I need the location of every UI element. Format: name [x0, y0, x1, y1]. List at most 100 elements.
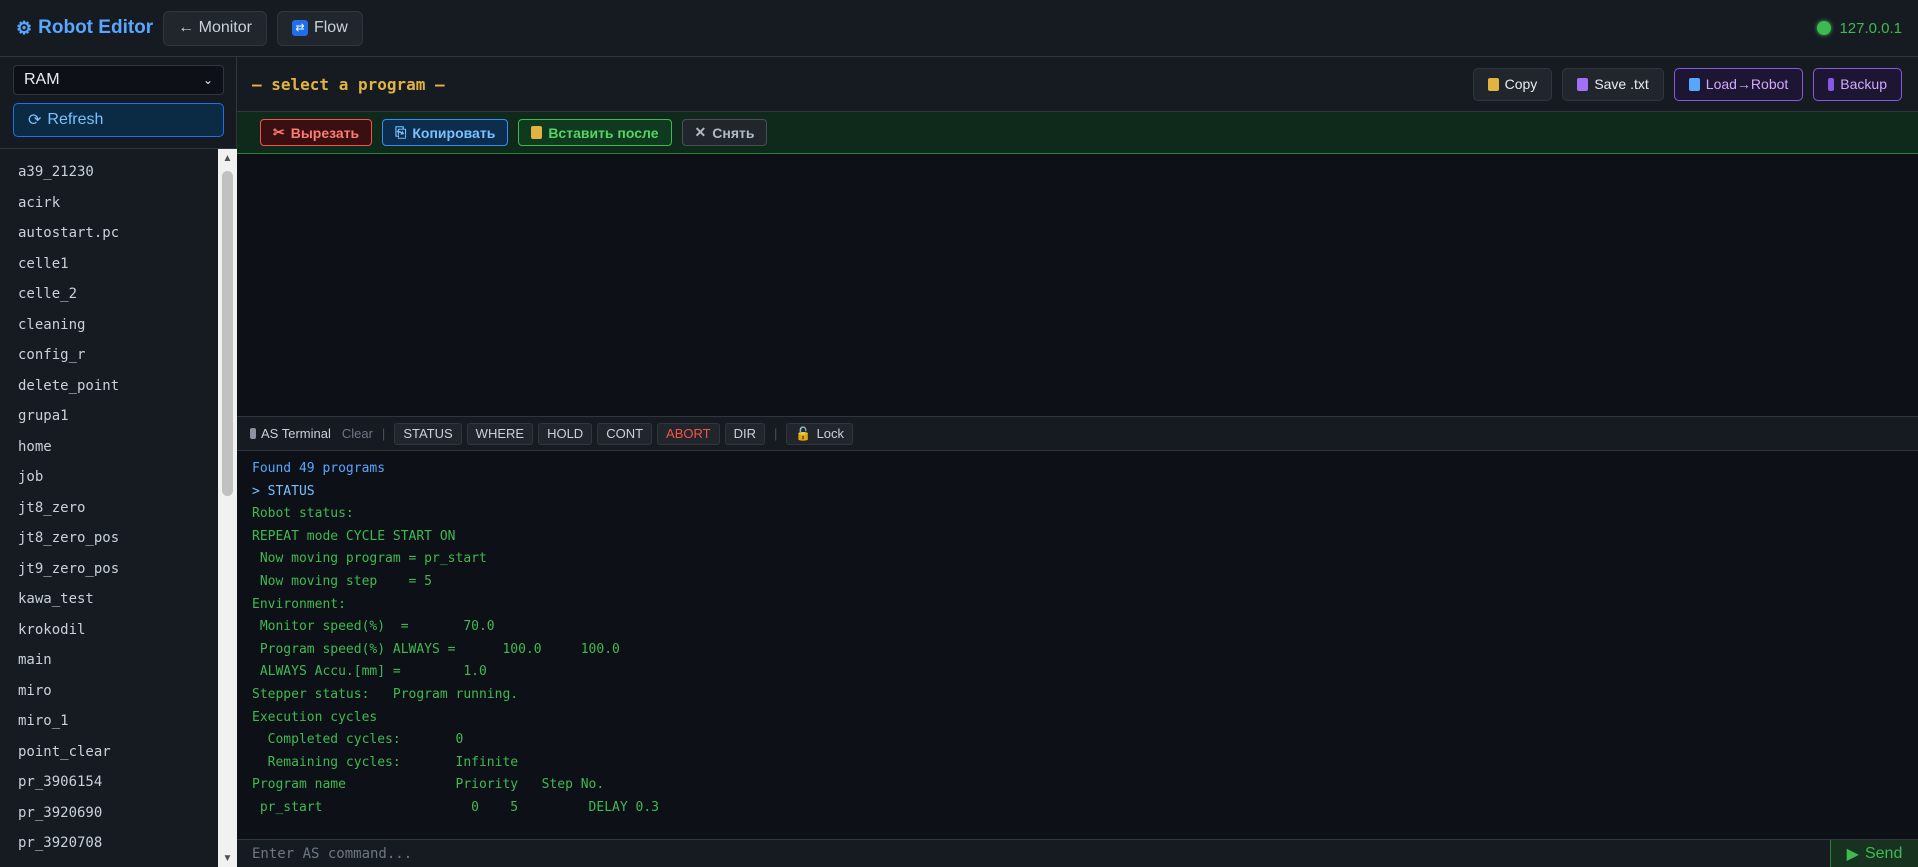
paste-after-button[interactable]: Вставить после [518, 119, 672, 146]
refresh-icon: ⟳ [28, 112, 42, 129]
terminal-abort-button[interactable]: ABORT [657, 422, 720, 445]
program-list-item[interactable]: jt8_zero [0, 493, 218, 524]
monitor-button-label: ← Monitor [178, 19, 252, 36]
sidebar: RAM ⌄ ⟳ Refresh a39_21230 acirk autostart.… [0, 57, 237, 867]
terminal-icon [250, 428, 256, 439]
app-title: Robot Editor [38, 17, 154, 38]
clipboard-icon [1487, 77, 1499, 91]
copy-lines-label: Копировать [412, 124, 496, 141]
terminal-line: Now moving step = 5 [252, 573, 433, 589]
monitor-button[interactable]: ← Monitor [163, 10, 267, 46]
terminal-line: Environment: [252, 596, 346, 612]
program-list-item[interactable]: pr_3920690 [0, 798, 218, 829]
program-list: a39_21230 acirk autostart.pc celle1 celle_2 c… [0, 149, 218, 867]
load-to-robot-label: Load→Robot [1705, 76, 1789, 92]
flow-icon: ⇄ [291, 20, 308, 36]
program-list-item[interactable]: delete_point [0, 371, 218, 402]
scroll-up-arrow-icon[interactable]: ▲ [218, 151, 237, 167]
chevron-down-icon: ⌄ [202, 73, 213, 87]
terminal-line: Found 49 programs [252, 461, 386, 476]
terminal-line: REPEAT mode CYCLE START ON [252, 528, 456, 544]
scissors-icon: ✂ [273, 124, 285, 140]
program-list-item[interactable]: kawa_test [0, 584, 218, 615]
terminal-line: Program speed(%) ALWAYS = 100.0 100.0 [252, 641, 620, 657]
program-list-item[interactable]: acirk [0, 188, 218, 219]
terminal-line: Stepper status: Program running. [252, 686, 519, 702]
backup-button[interactable]: Backup [1813, 67, 1902, 101]
copy-program-button[interactable]: Copy [1472, 67, 1553, 101]
terminal-dir-button[interactable]: DIR [724, 422, 765, 445]
program-list-item[interactable]: home [0, 432, 218, 463]
backup-label: Backup [1840, 76, 1887, 92]
terminal-hold-button[interactable]: HOLD [538, 422, 593, 445]
memory-select[interactable]: RAM ⌄ [13, 65, 224, 95]
command-bar: ▶ Send [237, 839, 1918, 867]
program-list-item[interactable]: jt8_zero_pos [0, 523, 218, 554]
program-list-item[interactable]: cleaning [0, 310, 218, 341]
terminal-line: Completed cycles: 0 [252, 732, 464, 748]
program-header: — select a program — Copy Save .txt Load… [237, 57, 1918, 112]
program-list-item[interactable]: miro_1 [0, 706, 218, 737]
clipboard-icon [531, 126, 543, 139]
terminal-line: Now moving program = pr_start [252, 551, 487, 567]
program-list-item[interactable]: grupa1 [0, 401, 218, 432]
terminal-toolbar: AS Terminal Clear | STATUS WHERE HOLD CONT A… [237, 416, 1918, 451]
program-list-item[interactable]: jt9_zero_pos [0, 554, 218, 585]
copy-icon: ⎘ [395, 124, 407, 140]
gear-icon: ⚙ [16, 17, 33, 38]
program-list-scrollbar[interactable]: ▲ ▼ [218, 149, 237, 867]
toolbar-divider: | [773, 426, 778, 441]
copy-program-label: Copy [1504, 76, 1538, 92]
program-editor[interactable] [237, 154, 1918, 416]
save-txt-button[interactable]: Save .txt [1562, 67, 1664, 101]
program-list-item[interactable]: point_clear [0, 737, 218, 768]
flow-button[interactable]: ⇄ Flow [276, 10, 363, 46]
terminal-status-button[interactable]: STATUS [394, 422, 462, 445]
terminal-where-button[interactable]: WHERE [466, 422, 534, 445]
send-label: Send [1864, 844, 1903, 862]
send-button[interactable]: ▶ Send [1830, 840, 1918, 867]
close-icon: ✕ [694, 124, 707, 140]
terminal-clear-button[interactable]: Clear [342, 426, 373, 441]
sidebar-controls: RAM ⌄ ⟳ Refresh [0, 57, 236, 149]
connection-address: 127.0.0.1 [1839, 19, 1902, 37]
program-list-item[interactable]: miro [0, 676, 218, 707]
terminal-label-text: AS Terminal [261, 426, 331, 441]
program-list-item[interactable]: config_r [0, 340, 218, 371]
program-list-item[interactable]: job [0, 462, 218, 493]
deselect-button[interactable]: ✕ Снять [681, 119, 768, 146]
app-brand: ⚙ Robot Editor [16, 17, 153, 39]
command-input[interactable] [237, 840, 1830, 867]
scrollbar-thumb[interactable] [222, 171, 233, 496]
terminal-line: pr_start 0 5 DELAY 0.3 [252, 799, 659, 815]
program-list-item[interactable]: autostart.pc [0, 218, 218, 249]
terminal-line: ALWAYS Accu.[mm] = 1.0 [252, 664, 487, 680]
terminal-output: Found 49 programs > STATUS Robot status: RE… [237, 451, 1918, 839]
program-list-item[interactable]: pr_3920716 [0, 859, 218, 867]
scroll-down-arrow-icon[interactable]: ▼ [218, 851, 237, 867]
connection-status: 127.0.0.1 [1817, 20, 1902, 37]
program-list-item[interactable]: celle_2 [0, 279, 218, 310]
copy-lines-button[interactable]: ⎘ Копировать [382, 119, 509, 146]
terminal-cont-button[interactable]: CONT [597, 422, 653, 445]
program-list-item[interactable]: main [0, 645, 218, 676]
cut-label: Вырезать [290, 124, 360, 141]
program-list-item[interactable]: pr_3920708 [0, 828, 218, 859]
terminal-label: AS Terminal [250, 426, 331, 441]
flow-button-label: Flow [313, 19, 348, 36]
floppy-icon [1577, 77, 1589, 91]
program-list-item[interactable]: a39_21230 [0, 157, 218, 188]
terminal-line: Robot status: [252, 506, 354, 522]
cut-button[interactable]: ✂ Вырезать [260, 119, 373, 146]
lock-button[interactable]: 🔓 Lock [786, 422, 854, 445]
terminal-line: Remaining cycles: Infinite [252, 754, 519, 770]
program-list-item[interactable]: pr_3906154 [0, 767, 218, 798]
lock-icon: 🔓 [795, 425, 812, 441]
terminal-line: Execution cycles [252, 709, 378, 725]
load-to-robot-button[interactable]: Load→Robot [1673, 67, 1804, 101]
program-list-item[interactable]: celle1 [0, 249, 218, 280]
refresh-button-label: Refresh [47, 111, 104, 128]
terminal-line: > STATUS [252, 483, 315, 499]
program-list-item[interactable]: krokodil [0, 615, 218, 646]
refresh-button[interactable]: ⟳ Refresh [13, 103, 224, 137]
